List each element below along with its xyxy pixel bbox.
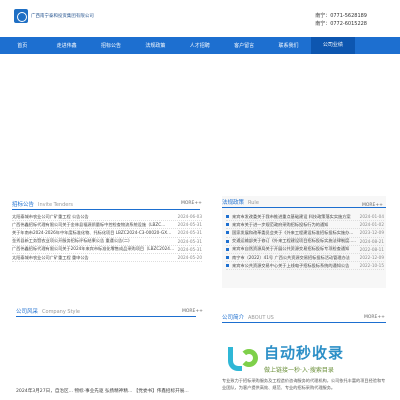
- bullet-icon: [226, 231, 229, 235]
- list-item[interactable]: 国家发展和改革委员会关于《外来工程建设标准招标投标实施办法》 2023-12-09: [226, 229, 384, 238]
- list-item[interactable]: 关于年南市2024-2026年中年度标准化物、托标化项目 LBZC2024-C3…: [12, 229, 202, 238]
- about-more-link[interactable]: MORE++: [364, 315, 385, 320]
- nav-item-contact[interactable]: 联系我们: [266, 42, 310, 49]
- logo-icon: [14, 9, 28, 23]
- main-nav: 首页 走进伟鑫 招标公告 法规政策 人才招聘 客户留言 联系我们 公司业绩: [0, 37, 400, 54]
- regulations-heading: 法规政策 Rule: [222, 198, 259, 206]
- tenders-title-en: Invite Tenders: [38, 202, 73, 208]
- list-item[interactable]: 广西伟鑫招标代理有限公司关于2024年来宾市标准化零售成品采购项目（LBZC20…: [12, 246, 202, 254]
- list-item[interactable]: 来宾市发改委关于我市推进重点基础建设 科技政策落实实施方案 2024-01-04: [226, 213, 384, 222]
- list-item[interactable]: 太阳泰城市农业公司广矿重工程 重申公告 2024-05-20: [12, 254, 202, 263]
- watermark-logo-icon: [226, 343, 260, 373]
- regulations-divider: [222, 207, 386, 208]
- company-style-divider: [16, 316, 196, 317]
- nav-item-performance[interactable]: 公司业绩: [310, 37, 356, 54]
- tenders-heading: 招标公告 Invite Tenders: [12, 200, 73, 208]
- phone-number-1: 南宁：0771-5628189: [315, 13, 367, 19]
- list-item[interactable]: 来宾市关于进一步规范政府采购招标投标行为的通知 2024-01-02: [226, 221, 384, 230]
- bullet-icon: [226, 239, 229, 243]
- contact-phones: 南宁：0771-5628189 南宁：0772-6015228: [315, 12, 367, 28]
- bullet-icon: [226, 247, 229, 251]
- nav-item-tenders[interactable]: 招标公告: [89, 42, 133, 49]
- watermark-title: 自动秒收录: [264, 344, 345, 362]
- hero-banner: [0, 54, 400, 189]
- list-item[interactable]: 交通运输部关于修订《外来工程建设项目招标投标实施法律制度...》 2024-08-…: [226, 238, 384, 246]
- list-item[interactable]: 南宁市（2022）41号 广西公共资源交易招标投标活动管理办法 2022-12-0…: [226, 254, 384, 263]
- about-title-en: ABOUT US: [248, 315, 274, 321]
- company-logo[interactable]: 广西南宁泰和投资集团有限公司: [14, 9, 94, 23]
- list-item[interactable]: 太阳泰城市农业公司广矿重工程 公告公告 2024-06-03: [12, 213, 202, 222]
- about-heading: 公司简介 ABOUT US: [222, 313, 274, 321]
- regulations-title: 法规政策: [222, 200, 245, 206]
- nav-item-about[interactable]: 走进伟鑫: [44, 42, 88, 49]
- tenders-more-link[interactable]: MORE++: [181, 201, 202, 206]
- company-style-snippet[interactable]: 2024年3月27日，自治区... 物标·事业先驱 弘扬精神精... 【党委书】…: [16, 388, 196, 394]
- company-style-title: 公司风采: [16, 309, 39, 315]
- tenders-divider: [12, 209, 200, 210]
- company-style-more-link[interactable]: MORE++: [182, 309, 203, 314]
- about-title: 公司简介: [222, 315, 245, 321]
- list-item[interactable]: 广西伟鑫招标代理有限公司关于金林县福源质量标中控检查物流系统设施（LBZC...…: [12, 221, 202, 230]
- nav-item-regulations[interactable]: 法规政策: [133, 42, 177, 49]
- nav-item-messages[interactable]: 客户留言: [222, 42, 266, 49]
- tenders-title: 招标公告: [12, 202, 35, 208]
- regulations-title-en: Rule: [248, 200, 259, 206]
- bullet-icon: [226, 256, 229, 260]
- watermark-subtitle: 做上链接一秒·入·搜索目录: [264, 367, 334, 374]
- site-header: 广西南宁泰和投资集团有限公司 南宁：0771-5628189 南宁：0772-6…: [0, 0, 400, 36]
- bullet-icon: [226, 223, 229, 227]
- list-item[interactable]: 来宾市自然资源局关于开展公共资源交易招标投标专项检查通知 2022-08-11: [226, 246, 384, 254]
- list-item[interactable]: 来宾市公共资源交易中心关于上线电子招标投标系统的通知公告 2022-10-15: [226, 262, 384, 271]
- list-item[interactable]: 金秀县新工务暨农业项公开服务招标评标结果公告 重遇公告(二) 2024-05-31: [12, 238, 202, 246]
- company-name: 广西南宁泰和投资集团有限公司: [31, 14, 94, 19]
- phone-number-2: 南宁：0772-6015228: [315, 21, 367, 27]
- watermark-badge: 自动秒收录 做上链接一秒·入·搜索目录: [226, 334, 386, 382]
- nav-item-careers[interactable]: 人才招聘: [178, 42, 222, 49]
- tenders-list: 太阳泰城市农业公司广矿重工程 公告公告 2024-06-03 广西伟鑫招标代理有限…: [12, 213, 202, 263]
- about-divider: [222, 322, 386, 323]
- company-style-heading: 公司风采 Company Style: [16, 307, 80, 315]
- nav-item-home[interactable]: 首页: [0, 42, 44, 49]
- bullet-icon: [226, 215, 229, 219]
- company-style-title-en: Company Style: [42, 309, 80, 315]
- bullet-icon: [226, 264, 229, 268]
- regulations-list: 来宾市发改委关于我市推进重点基础建设 科技政策落实实施方案 2024-01-04 …: [226, 213, 384, 271]
